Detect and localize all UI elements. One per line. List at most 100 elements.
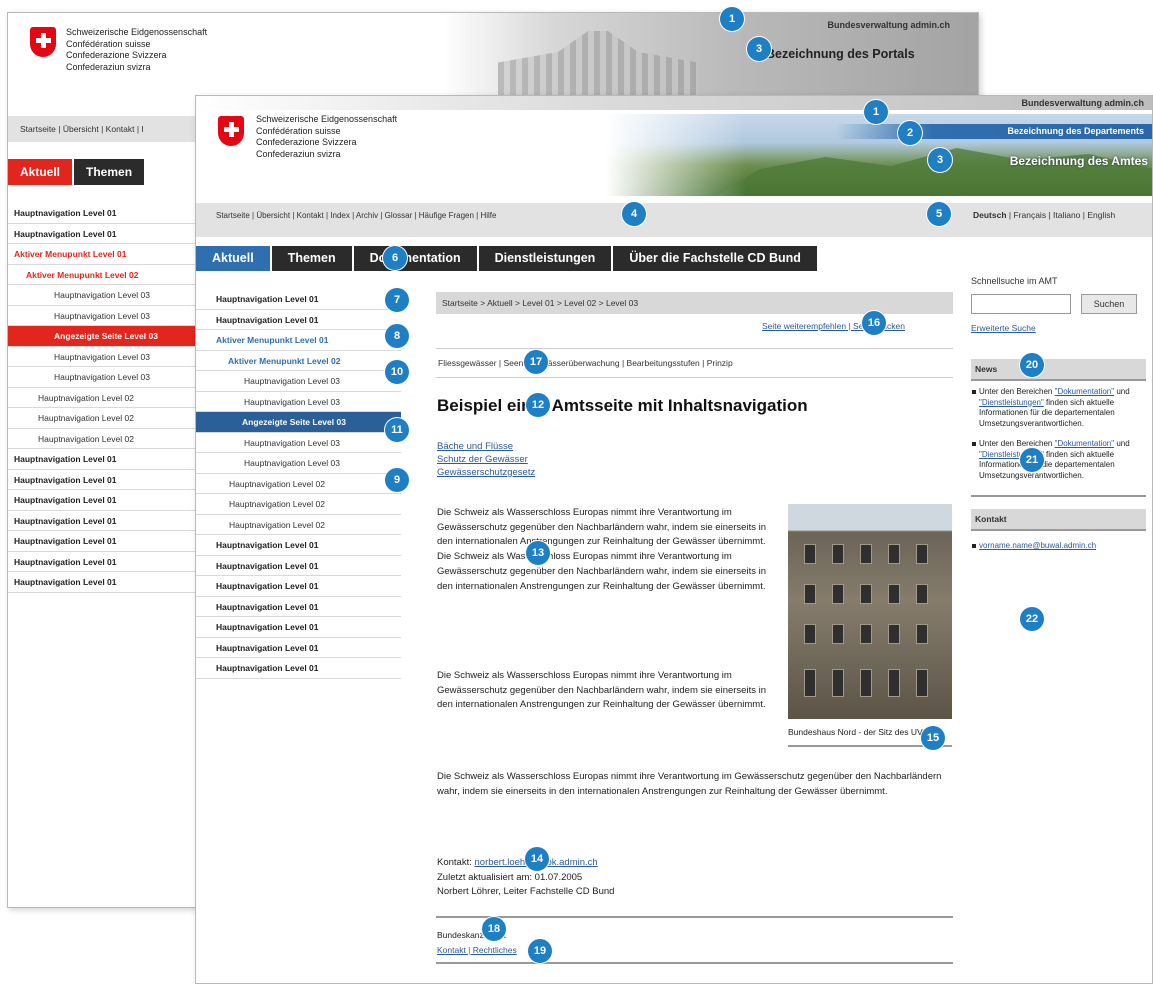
badge-marker: 1: [720, 7, 744, 31]
anchor-link[interactable]: Gewässerschutzgesetz: [437, 466, 535, 479]
nav-item[interactable]: Hauptnavigation Level 02: [8, 408, 198, 429]
photo-window: [860, 624, 872, 644]
author: Norbert Löhrer, Leiter Fachstelle CD Bun…: [437, 886, 615, 897]
photo-window: [832, 669, 844, 697]
badge-marker: 5: [927, 202, 951, 226]
search-button[interactable]: Suchen: [1081, 294, 1137, 314]
nav-item[interactable]: Aktiver Menupunkt Level 02: [8, 265, 198, 285]
news-text: Unter den Bereichen: [979, 387, 1055, 396]
content-navigation[interactable]: Fliessgewässer | Seen | Gewässerüberwach…: [436, 348, 953, 378]
nav-item[interactable]: Hauptnavigation Level 01: [8, 490, 198, 511]
nav-item[interactable]: Hauptnavigation Level 01: [196, 617, 401, 638]
nav-item[interactable]: Hauptnavigation Level 01: [196, 535, 401, 556]
bundesverwaltung-link[interactable]: Bundesverwaltung admin.ch: [1021, 98, 1144, 108]
badge-marker: 3: [928, 148, 952, 172]
nav-item[interactable]: Hauptnavigation Level 01: [8, 531, 198, 552]
news-link[interactable]: "Dokumentation": [1055, 439, 1115, 448]
quicksearch-input[interactable]: [971, 294, 1071, 314]
news-text: Unter den Bereichen: [979, 439, 1055, 448]
footer-links[interactable]: Kontakt | Rechtliches: [437, 945, 517, 955]
news-link[interactable]: "Dienstleistungen": [979, 398, 1044, 407]
nav-item[interactable]: Hauptnavigation Level 01: [8, 449, 198, 470]
nav-item[interactable]: Aktiver Menupunkt Level 01: [8, 244, 198, 265]
last-updated: Zuletzt aktualisiert am: 01.07.2005: [437, 871, 583, 883]
badge-marker: 2: [898, 121, 922, 145]
nav-item[interactable]: Hauptnavigation Level 01: [8, 203, 198, 224]
nav-item[interactable]: Hauptnavigation Level 01: [196, 658, 401, 679]
nav-item[interactable]: Hauptnavigation Level 01: [8, 572, 198, 593]
nav-item[interactable]: Hauptnavigation Level 03: [196, 433, 401, 453]
photo-window: [860, 584, 872, 604]
nav-item[interactable]: Hauptnavigation Level 03: [196, 453, 401, 474]
nav-item[interactable]: Hauptnavigation Level 01: [196, 597, 401, 617]
photo-window: [916, 669, 928, 697]
nav-item[interactable]: Hauptnavigation Level 03: [8, 347, 198, 367]
nav-item[interactable]: Hauptnavigation Level 03: [196, 392, 401, 412]
news-box: News Unter den Bereichen "Dokumentation"…: [971, 359, 1146, 497]
badge-marker: 21: [1020, 448, 1044, 472]
confederation-names: Schweizerische Eidgenossenschaft Confédé…: [66, 27, 208, 72]
right-column: Schnellsuche im AMT Suchen Erweiterte Su…: [971, 276, 1146, 552]
nav-item[interactable]: Aktiver Menupunkt Level 02: [196, 351, 401, 371]
nav-item[interactable]: Angezeigte Seite Level 03: [196, 412, 401, 433]
badge-marker: 11: [385, 418, 409, 442]
main-navigation: Hauptnavigation Level 01 Hauptnavigation …: [8, 203, 198, 593]
tab-aktuell[interactable]: Aktuell: [196, 246, 272, 271]
photo-window: [832, 584, 844, 604]
photo-window: [804, 669, 816, 697]
nav-item[interactable]: Hauptnavigation Level 03: [8, 306, 198, 326]
tab-fachstelle[interactable]: Über die Fachstelle CD Bund: [613, 246, 819, 271]
nav-item[interactable]: Hauptnavigation Level 01: [196, 310, 401, 330]
nav-item[interactable]: Hauptnavigation Level 03: [196, 371, 401, 392]
photo-window: [832, 624, 844, 644]
tab-dokumentation[interactable]: Dokumentation: [353, 246, 479, 271]
photo-window: [860, 669, 872, 697]
photo-window: [888, 584, 900, 604]
nav-item[interactable]: Aktiver Menupunkt Level 01: [196, 330, 401, 351]
tab-themen[interactable]: Themen: [271, 246, 354, 271]
photo-window: [804, 624, 816, 644]
nav-item[interactable]: Hauptnavigation Level 01: [196, 556, 401, 576]
nav-item[interactable]: Hauptnavigation Level 01: [8, 224, 198, 244]
language-others[interactable]: | Français | Italiano | English: [1007, 210, 1115, 220]
badge-marker: 12: [526, 393, 550, 417]
nav-item[interactable]: Angezeigte Seite Level 03: [8, 326, 198, 347]
nav-item[interactable]: Hauptnavigation Level 01: [196, 638, 401, 658]
photo-window: [916, 544, 928, 564]
badge-marker: 16: [862, 311, 886, 335]
nav-item[interactable]: Hauptnavigation Level 01: [196, 289, 401, 310]
tab-themen[interactable]: Themen: [74, 159, 147, 185]
tab-dienstleistungen[interactable]: Dienstleistungen: [478, 246, 614, 271]
nav-item[interactable]: Hauptnavigation Level 02: [196, 474, 401, 494]
nav-item[interactable]: Hauptnavigation Level 02: [8, 388, 198, 408]
nav-item[interactable]: Hauptnavigation Level 01: [8, 552, 198, 572]
nav-item[interactable]: Hauptnavigation Level 02: [196, 494, 401, 515]
service-navigation[interactable]: Startseite | Übersicht | Kontakt | Index…: [216, 211, 496, 220]
nav-item[interactable]: Hauptnavigation Level 03: [8, 367, 198, 388]
nav-item[interactable]: Hauptnavigation Level 02: [196, 515, 401, 535]
nav-item[interactable]: Hauptnavigation Level 01: [196, 576, 401, 597]
main-tabs: Aktuell Themen: [8, 159, 147, 185]
badge-marker: 17: [524, 350, 548, 374]
photo-window: [916, 584, 928, 604]
body-paragraph-1: Die Schweiz als Wasserschloss Europas ni…: [437, 507, 766, 592]
badge-marker: 8: [385, 324, 409, 348]
nav-item[interactable]: Hauptnavigation Level 02: [8, 429, 198, 449]
nav-item[interactable]: Hauptnavigation Level 03: [8, 285, 198, 306]
body-paragraph-3: Die Schweiz als Wasserschloss Europas ni…: [437, 771, 942, 797]
bundesverwaltung-link[interactable]: Bundesverwaltung admin.ch: [827, 20, 950, 30]
anchor-link[interactable]: Bäche und Flüsse: [437, 440, 535, 453]
language-active[interactable]: Deutsch: [973, 210, 1007, 220]
kontakt-email-link[interactable]: vorname.name@buwal.admin.ch: [979, 541, 1096, 550]
departement-title[interactable]: Bezeichnung des Departements: [1007, 126, 1144, 136]
confederation-names: Schweizerische Eidgenossenschaft Confédé…: [256, 114, 398, 159]
top-strip: [196, 96, 1152, 110]
nav-item[interactable]: Hauptnavigation Level 01: [8, 470, 198, 490]
nav-item[interactable]: Hauptnavigation Level 01: [8, 511, 198, 531]
advanced-search-link[interactable]: Erweiterte Suche: [971, 323, 1146, 333]
badge-marker: 3: [747, 37, 771, 61]
anchor-link[interactable]: Schutz der Gewässer: [437, 453, 535, 466]
divider: [971, 495, 1146, 497]
tab-aktuell[interactable]: Aktuell: [8, 159, 75, 185]
news-link[interactable]: "Dokumentation": [1055, 387, 1115, 396]
